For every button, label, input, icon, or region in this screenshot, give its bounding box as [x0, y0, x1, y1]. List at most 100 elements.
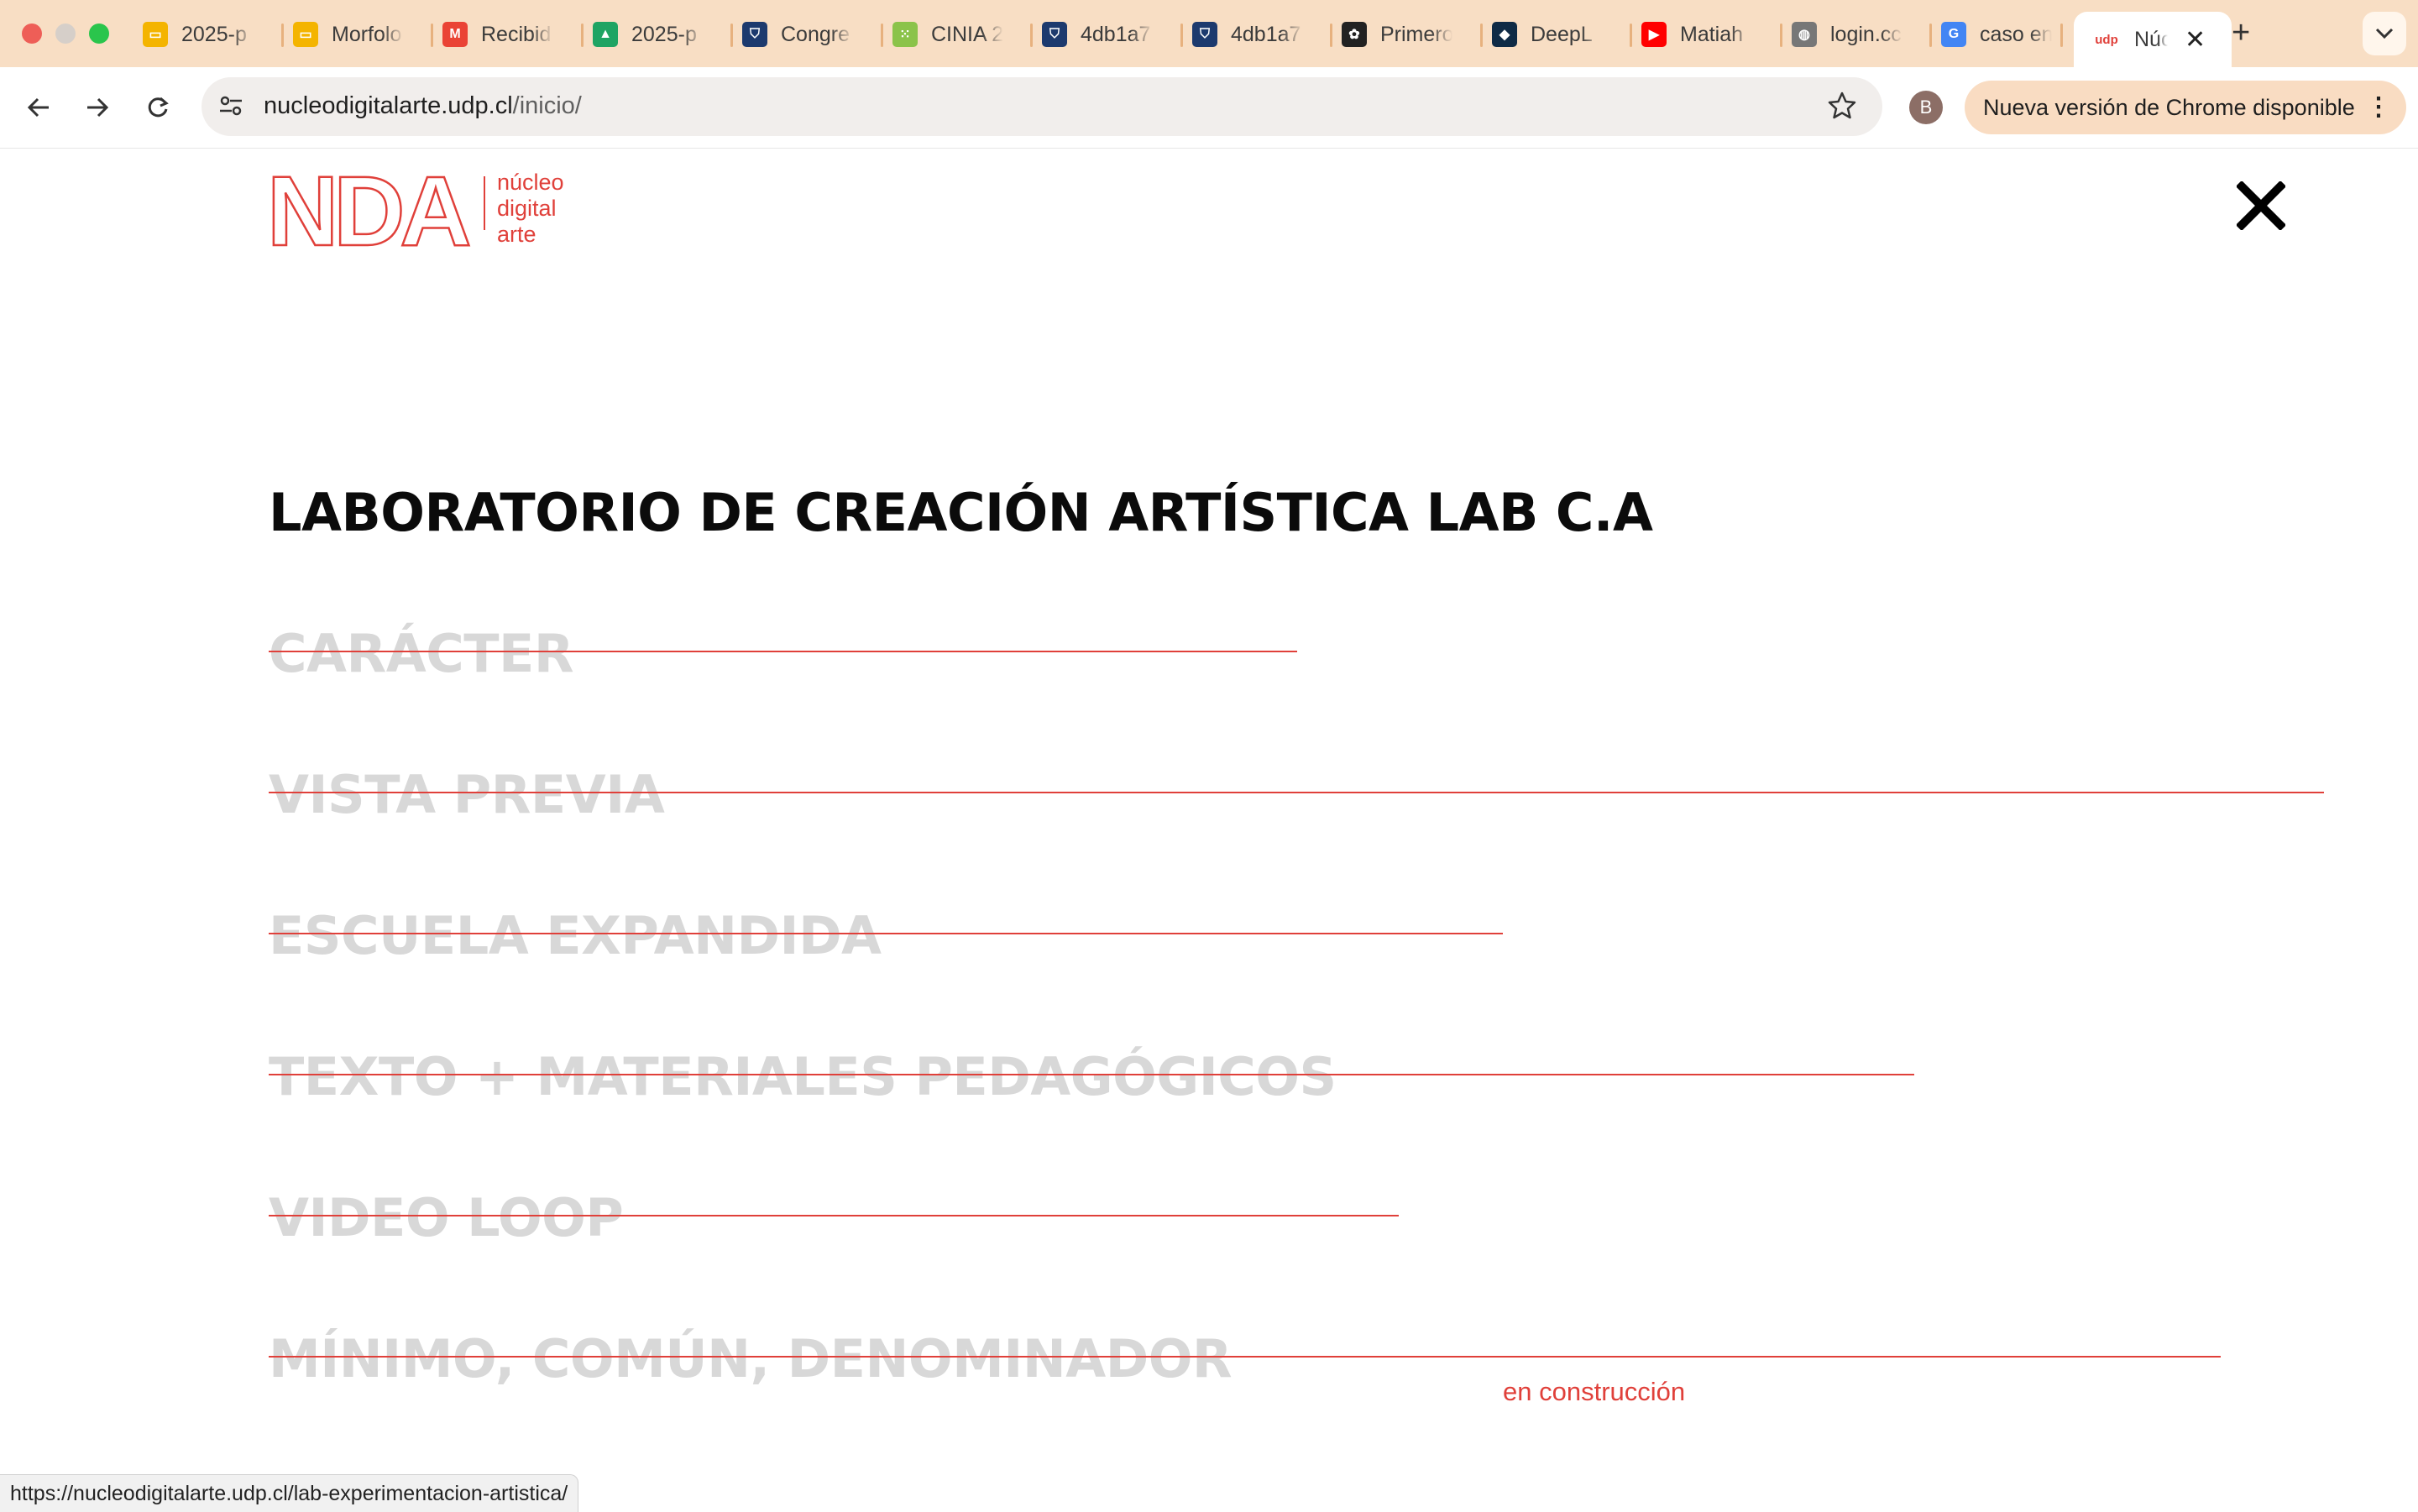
- menu-underline: [269, 1356, 2221, 1358]
- tab-separator: [881, 24, 883, 47]
- arrow-right-icon: [87, 97, 109, 118]
- tab[interactable]: ⁙ CINIA 2: [892, 12, 1018, 57]
- tab[interactable]: ▭ 2025-p: [143, 12, 269, 57]
- chevron-down-icon: [2375, 28, 2394, 39]
- tab-title: Morfolo: [332, 22, 402, 46]
- tab[interactable]: ▲ 2025-p: [593, 12, 719, 57]
- reload-button[interactable]: [136, 86, 180, 129]
- tab[interactable]: ▭ Morfolo: [293, 12, 419, 57]
- profile-avatar[interactable]: B: [1909, 91, 1943, 124]
- tab-title: 4db1a7: [1081, 22, 1151, 46]
- tab[interactable]: Gcaso en: [1941, 12, 2067, 57]
- tab-separator: [1330, 24, 1332, 47]
- udp-icon: udp: [2095, 32, 2118, 47]
- shield-crest-icon: ⛉: [1042, 22, 1067, 47]
- tab-title: Congre: [781, 22, 850, 46]
- site-info-button[interactable]: [217, 92, 245, 124]
- new-tab-button[interactable]: +: [2232, 15, 2250, 51]
- menu-item-label: ESCUELA EXPANDIDA: [269, 905, 882, 966]
- tab-title: Recibid: [481, 22, 552, 46]
- tab[interactable]: M Recibid: [442, 12, 568, 57]
- tab-separator: [1929, 24, 1932, 47]
- url-text[interactable]: nucleodigitalarte.udp.cl/inicio/: [264, 92, 582, 120]
- tab[interactable]: ✿ Primero: [1342, 12, 1468, 57]
- youtube-icon: ▶: [1641, 22, 1667, 47]
- google-icon: G: [1941, 22, 1966, 47]
- tab-separator: [431, 24, 433, 47]
- logo-word: digital: [497, 196, 557, 221]
- tab-search-button[interactable]: [2363, 12, 2406, 55]
- menu-item-label: VISTA PREVIA: [269, 764, 665, 825]
- tab-separator: [1780, 24, 1782, 47]
- menu-item-label: CARÁCTER: [269, 623, 574, 684]
- tab-strip: ▭ 2025-p ▭ Morfolo M Recibid ▲ 2025-p ⛉ Congre ⁙ CI…: [0, 0, 2418, 67]
- chrome-update-button[interactable]: Nueva versión de Chrome disponible ⋮: [1965, 81, 2406, 134]
- tab-title: caso en: [1980, 22, 2052, 46]
- tab[interactable]: ◍ login.cc: [1792, 12, 1918, 57]
- menu-item-label: VIDEO LOOP: [269, 1187, 624, 1248]
- reload-icon: [148, 97, 169, 118]
- address-bar[interactable]: nucleodigitalarte.udp.cl/inicio/: [202, 77, 1882, 136]
- tab[interactable]: ▶ Matiah: [1641, 12, 1767, 57]
- logo-word: núcleo: [497, 170, 564, 195]
- openai-icon: ✿: [1342, 22, 1367, 47]
- logo-word: arte: [497, 222, 536, 247]
- menu-underline: [269, 651, 1297, 652]
- url-domain: nucleodigitalarte.udp.cl: [264, 92, 513, 119]
- back-button[interactable]: [17, 86, 60, 129]
- tab-separator: [1480, 24, 1483, 47]
- close-icon: [2235, 180, 2287, 232]
- tab[interactable]: ⛉ Congre: [742, 12, 868, 57]
- tab-separator: [1180, 24, 1183, 47]
- drive-icon: ▲: [593, 22, 618, 47]
- slides-icon: ▭: [293, 22, 318, 47]
- menu-underline: [269, 933, 1503, 934]
- tab-active[interactable]: udp Núcleo ✕: [2074, 12, 2232, 67]
- status-bar-url: https://nucleodigitalarte.udp.cl/lab-exp…: [0, 1474, 579, 1512]
- tab-separator: [730, 24, 733, 47]
- logo-divider: [484, 176, 485, 230]
- close-menu-button[interactable]: [2235, 180, 2287, 234]
- page-title: LABORATORIO DE CREACIÓN ARTÍSTICA LAB C.…: [269, 482, 1653, 543]
- star-icon: [1828, 92, 1856, 119]
- nda-logo[interactable]: NDA núcleo digital arte: [267, 170, 564, 249]
- tab-title: Núcleo: [2134, 27, 2168, 51]
- construction-note: en construcción: [1503, 1377, 1686, 1406]
- tab[interactable]: ⛉ 4db1a7: [1192, 12, 1318, 57]
- arrow-left-icon: [27, 97, 49, 118]
- tab-separator: [1630, 24, 1632, 47]
- gmail-icon: M: [442, 22, 468, 47]
- tab-title: CINIA 2: [931, 22, 1003, 46]
- tab-title: login.cc: [1830, 22, 1902, 46]
- kebab-menu-icon[interactable]: ⋮: [2366, 92, 2391, 122]
- dots-grid-icon: ⁙: [892, 22, 918, 47]
- tab-separator: [581, 24, 584, 47]
- tab[interactable]: ◆ DeepL: [1492, 12, 1618, 57]
- tune-icon: [220, 96, 242, 116]
- tab-title: DeepL: [1531, 22, 1593, 46]
- url-path: /inicio/: [512, 92, 582, 119]
- shield-crest-icon: ⛉: [742, 22, 767, 47]
- menu-item-label: TEXTO + MATERIALES PEDAGÓGICOS: [269, 1046, 1337, 1107]
- tab-separator: [281, 24, 284, 47]
- logo-words: núcleo digital arte: [497, 170, 564, 248]
- tab-title: Matiah: [1680, 22, 1744, 46]
- maximize-window-button[interactable]: [89, 24, 109, 44]
- minimize-window-button[interactable]: [55, 24, 76, 44]
- tab-title: 2025-p: [631, 22, 697, 46]
- nda-logo-mark: NDA: [267, 171, 472, 249]
- nda-letters: NDA: [267, 171, 469, 249]
- close-window-button[interactable]: [22, 24, 42, 44]
- deepl-icon: ◆: [1492, 22, 1517, 47]
- tab-separator: [2060, 24, 2063, 47]
- forward-button[interactable]: [76, 86, 119, 129]
- tab-separator: [1030, 24, 1033, 47]
- close-tab-icon[interactable]: ✕: [2185, 25, 2206, 55]
- tab-title: 2025-p: [181, 22, 247, 46]
- globe-icon: ◍: [1792, 22, 1817, 47]
- menu-underline: [269, 792, 2324, 793]
- bookmark-star-button[interactable]: [1827, 91, 1857, 125]
- tab[interactable]: ⛉ 4db1a7: [1042, 12, 1168, 57]
- browser-toolbar: nucleodigitalarte.udp.cl/inicio/ B Nueva…: [0, 67, 2418, 149]
- menu-underline: [269, 1215, 1399, 1216]
